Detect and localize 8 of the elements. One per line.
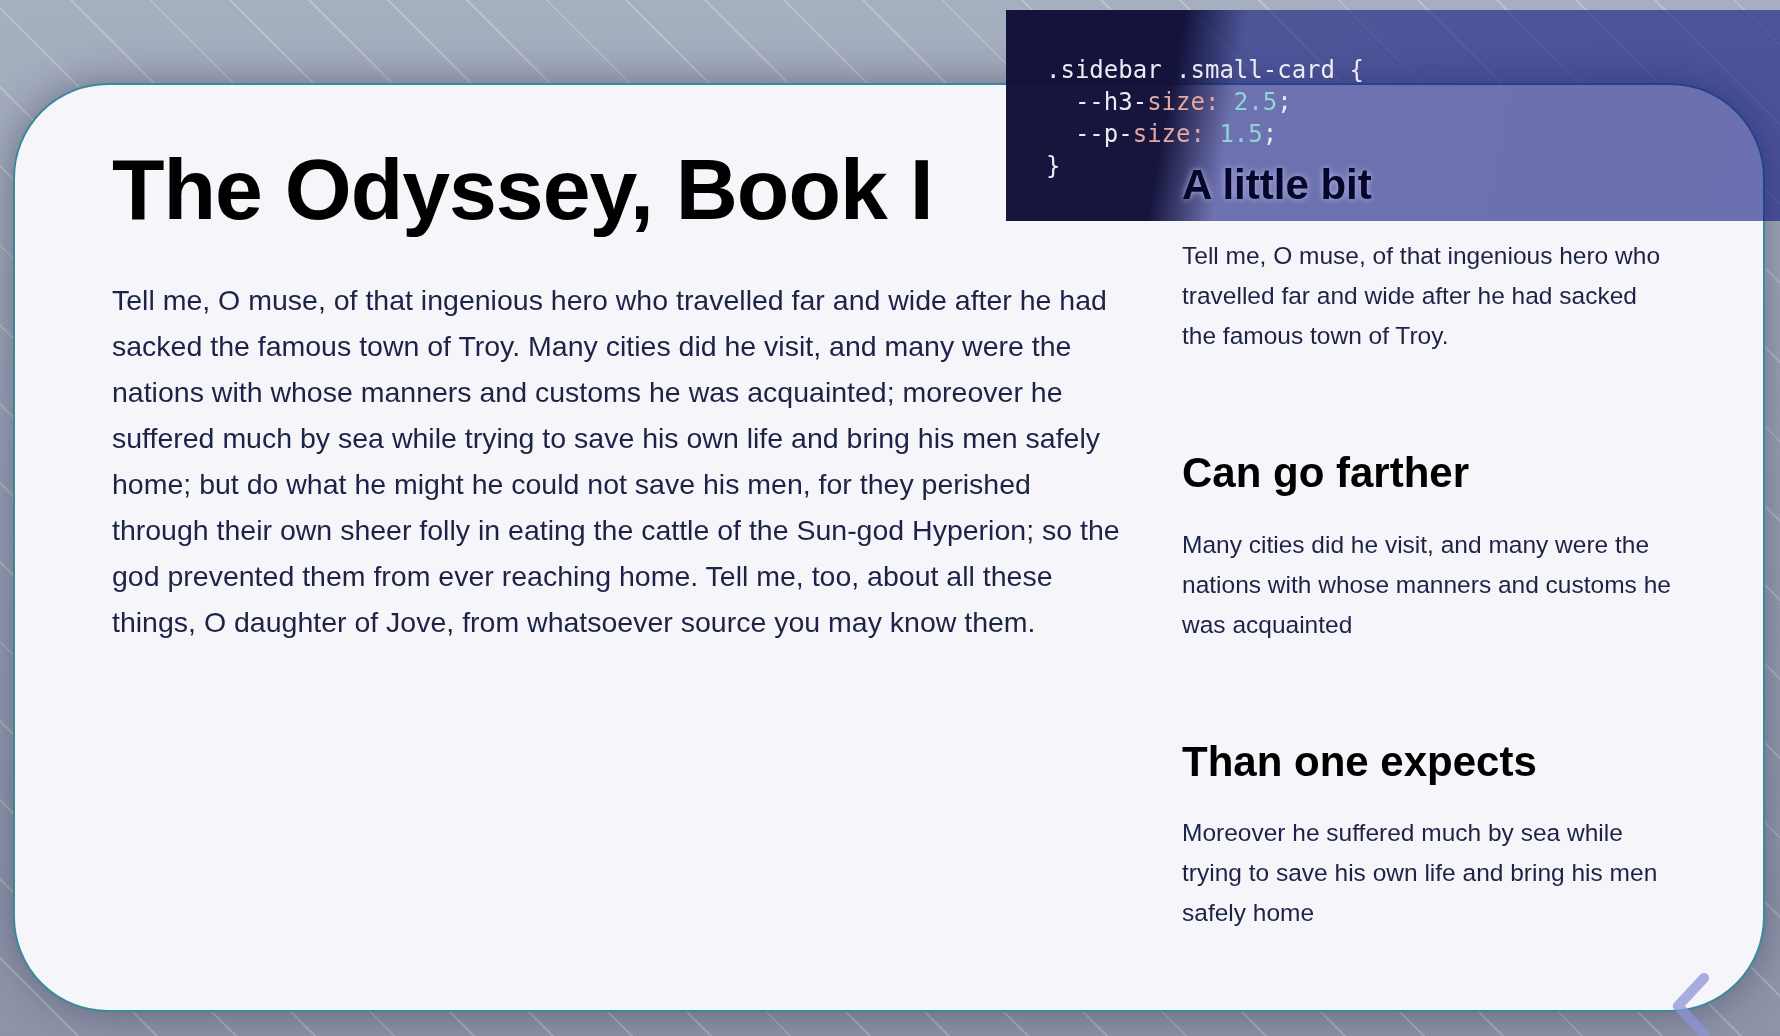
article-title: The Odyssey, Book I bbox=[112, 140, 933, 239]
card-heading: A little bit bbox=[1182, 160, 1373, 210]
card-text: Tell me, O muse, of that ingenious hero who travelled far and wide after he had sacked the famous town of Troy. bbox=[1182, 241, 1661, 352]
article-text: Tell me, O muse, of that ingenious hero who travelled far and wide after he had sacked the famous town of Troy. Many cities did he visit, and many were the nations with whose manners and customs he was acquainted; moreover he suffered much by sea while trying to save his own life and bring his men safely home; but do what he might he could not save his men, for they perished through their own sheer folly in eating the cattle of the Sun-god Hyperion; so the god prevented them from ever reaching home. Tell me, too, about all these things, O daughter of Jove, from whatsoever source you may know them. bbox=[112, 282, 1121, 640]
card-text: Many cities did he visit, and many were the nations with whose manners and customs he was acquainted bbox=[1182, 529, 1672, 640]
card-text: Moreover he suffered much by sea while trying to save his own life and bring his men safely home bbox=[1182, 818, 1659, 929]
card-heading: Can go farther bbox=[1182, 448, 1471, 499]
card-heading: Than one expects bbox=[1182, 736, 1538, 787]
